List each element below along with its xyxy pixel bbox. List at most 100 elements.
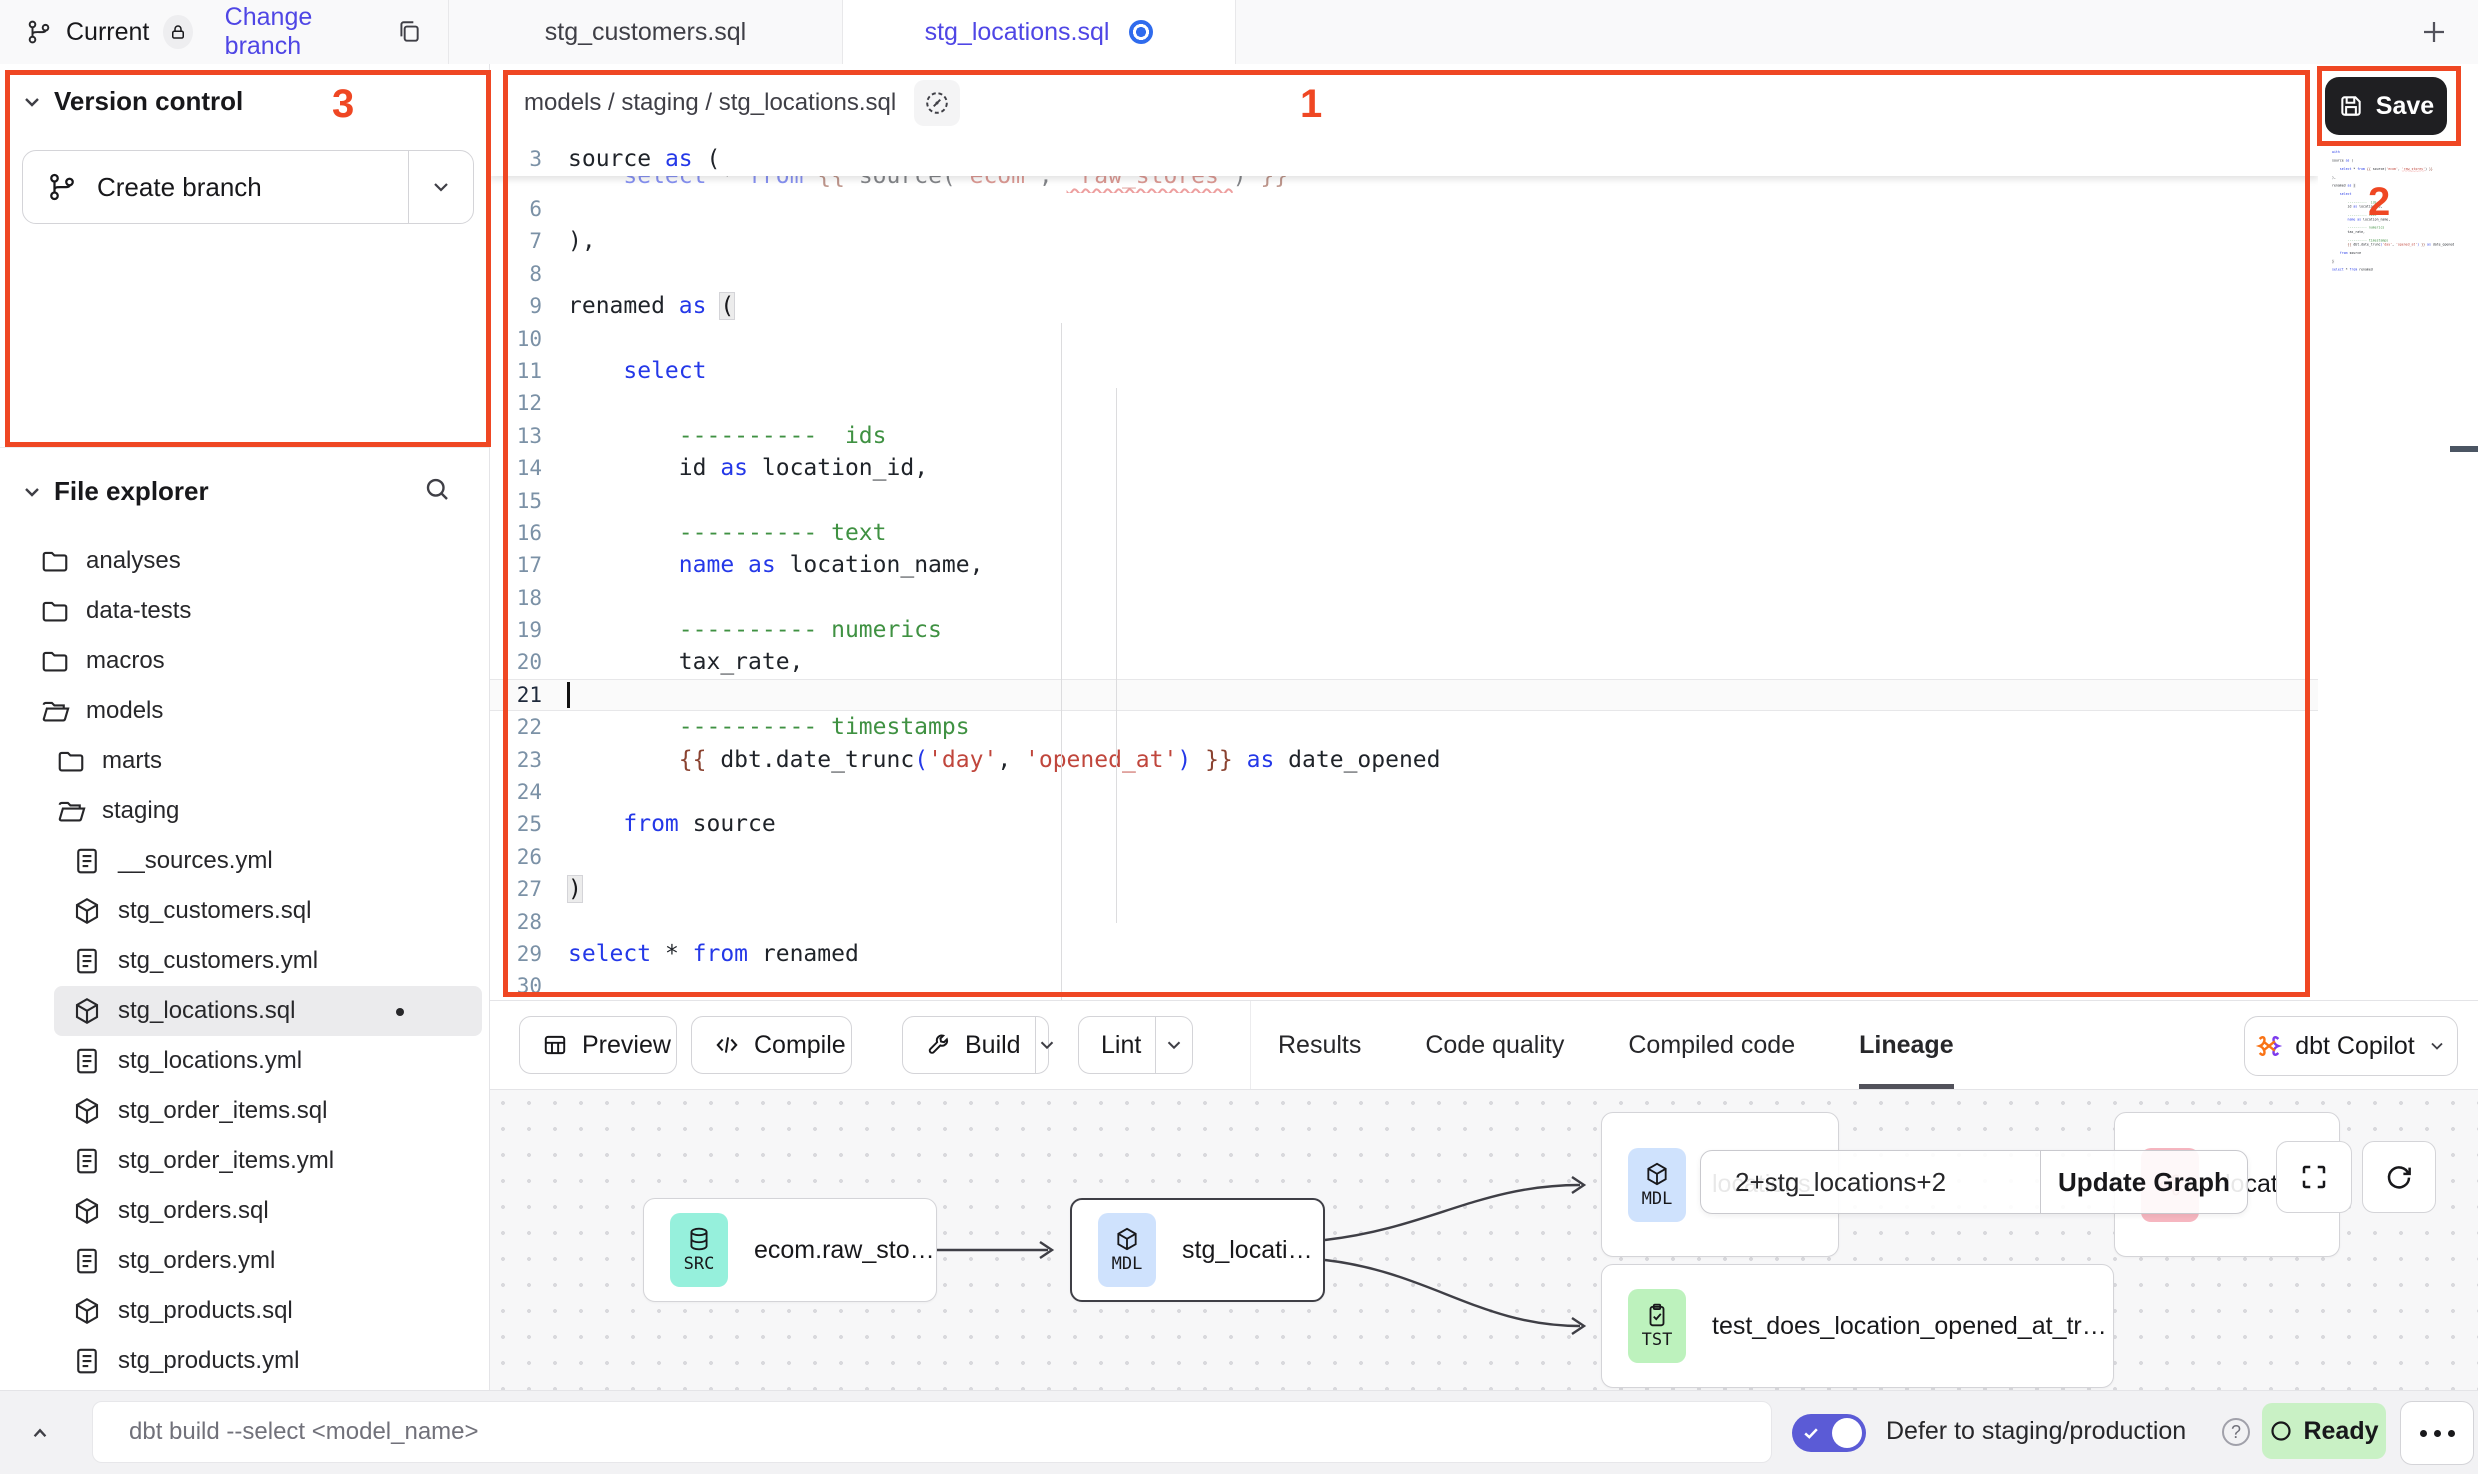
- update-graph-button[interactable]: Update Graph: [2040, 1151, 2247, 1213]
- dbt-copilot-logo-icon: [2255, 1032, 2283, 1060]
- file-item-stg-orders-yml[interactable]: stg_orders.yml: [0, 1236, 490, 1286]
- code-line-11[interactable]: 11 select: [490, 355, 2318, 387]
- file-item-staging[interactable]: staging: [0, 786, 490, 836]
- doc-icon: [72, 1346, 102, 1376]
- lineage-canvas[interactable]: SRCecom.raw_storesMDLstg_locationsMDLloc…: [490, 1090, 2478, 1390]
- lineage-node-label: test_does_location_opened_at_trunc_t…: [1712, 1312, 2112, 1341]
- code-line-text: source as (: [554, 142, 2318, 176]
- code-line-25[interactable]: 25 from source: [490, 808, 2318, 840]
- create-branch-main[interactable]: Create branch: [23, 172, 408, 203]
- code-line-27[interactable]: 27): [490, 873, 2318, 905]
- line-number: 22: [490, 711, 554, 743]
- build-button[interactable]: Build: [902, 1016, 1049, 1074]
- new-tab-button[interactable]: [2416, 14, 2452, 50]
- code-line-23[interactable]: 23 {{ dbt.date_trunc('day', 'opened_at')…: [490, 744, 2318, 776]
- more-options-button[interactable]: [2400, 1401, 2474, 1465]
- code-line-15[interactable]: 15: [490, 485, 2318, 517]
- search-icon[interactable]: [422, 474, 452, 504]
- code-line-13[interactable]: 13 ---------- ids: [490, 420, 2318, 452]
- line-number: 11: [490, 355, 554, 387]
- code-line-12[interactable]: 12: [490, 387, 2318, 419]
- build-dropdown[interactable]: [1035, 1017, 1058, 1073]
- save-button[interactable]: Save: [2325, 77, 2447, 135]
- code-line-text: select * from renamed: [554, 938, 2318, 970]
- code-line-9[interactable]: 9renamed as (: [490, 290, 2318, 322]
- code-line-26[interactable]: 26: [490, 841, 2318, 873]
- code-line-20[interactable]: 20 tax_rate,: [490, 646, 2318, 678]
- scrollbar-handle[interactable]: [2450, 446, 2478, 452]
- code-line-22[interactable]: 22 ---------- timestamps: [490, 711, 2318, 743]
- tab-compiled-code[interactable]: Compiled code: [1628, 1001, 1795, 1089]
- code-line-10[interactable]: 10: [490, 323, 2318, 355]
- editor-tab-stg-locations[interactable]: stg_locations.sql: [842, 0, 1236, 64]
- code-line-29[interactable]: 29select * from renamed: [490, 938, 2318, 970]
- editor-tab-stg-customers[interactable]: stg_customers.sql: [448, 0, 842, 64]
- tab-lineage[interactable]: Lineage: [1859, 1001, 1953, 1089]
- code-line-28[interactable]: 28: [490, 906, 2318, 938]
- create-branch-dropdown[interactable]: [408, 151, 473, 223]
- fullscreen-icon: [2299, 1162, 2329, 1192]
- code-line-3[interactable]: 3source as (: [490, 142, 2318, 176]
- lineage-node-test-does-location-opened-at-trunc[interactable]: TSTtest_does_location_opened_at_trunc_t…: [1601, 1264, 2114, 1388]
- file-item-stg-customers-sql[interactable]: stg_customers.sql: [0, 886, 490, 936]
- file-item-models[interactable]: models: [0, 686, 490, 736]
- command-input[interactable]: dbt build --select <model_name>: [92, 1401, 1772, 1463]
- file-item-label: marts: [102, 747, 162, 775]
- top-bar: Current Change branch stg_customers.sql …: [0, 0, 2478, 65]
- defer-toggle[interactable]: [1792, 1414, 1866, 1452]
- help-icon[interactable]: ?: [2222, 1418, 2250, 1446]
- line-number: 29: [490, 938, 554, 970]
- file-explorer-header[interactable]: File explorer: [20, 476, 470, 507]
- chevron-down-icon: [1036, 1034, 1058, 1056]
- code-line-18[interactable]: 18: [490, 582, 2318, 614]
- preview-button[interactable]: Preview: [519, 1016, 677, 1074]
- file-item-stg-locations-yml[interactable]: stg_locations.yml: [0, 1036, 490, 1086]
- dbt-copilot-button[interactable]: dbt Copilot: [2244, 1016, 2458, 1076]
- preview-label: Preview: [582, 1031, 671, 1060]
- tab-code-quality[interactable]: Code quality: [1425, 1001, 1564, 1089]
- file-item-stg-products-yml[interactable]: stg_products.yml: [0, 1336, 490, 1386]
- file-item-stg-customers-yml[interactable]: stg_customers.yml: [0, 936, 490, 986]
- expand-caret-button[interactable]: [18, 1411, 62, 1455]
- lineage-selector-input[interactable]: 2+stg_locations+2: [1701, 1151, 2040, 1213]
- file-item--sources-yml[interactable]: __sources.yml: [0, 836, 490, 886]
- create-branch-button[interactable]: Create branch: [22, 150, 474, 224]
- version-control-header[interactable]: Version control: [20, 86, 243, 117]
- code-line-8[interactable]: 8: [490, 258, 2318, 290]
- lineage-node-ecom-raw-stores[interactable]: SRCecom.raw_stores: [643, 1198, 937, 1302]
- file-item-stg-locations-sql[interactable]: stg_locations.sql: [54, 986, 482, 1036]
- file-item-macros[interactable]: macros: [0, 636, 490, 686]
- code-line-24[interactable]: 24: [490, 776, 2318, 808]
- code-line-14[interactable]: 14 id as location_id,: [490, 452, 2318, 484]
- refresh-button[interactable]: [2362, 1141, 2436, 1213]
- refresh-icon: [2384, 1162, 2414, 1192]
- code-line-17[interactable]: 17 name as location_name,: [490, 549, 2318, 581]
- file-item-marts[interactable]: marts: [0, 736, 490, 786]
- file-item-stg-order-items-sql[interactable]: stg_order_items.sql: [0, 1086, 490, 1136]
- code-line-21[interactable]: 21: [490, 679, 2318, 711]
- code-line-19[interactable]: 19 ---------- numerics: [490, 614, 2318, 646]
- file-item-stg-orders-sql[interactable]: stg_orders.sql: [0, 1186, 490, 1236]
- copy-icon[interactable]: [396, 19, 422, 45]
- code-editor[interactable]: 3source as ( select * from {{ source('ec…: [490, 142, 2318, 1000]
- file-item-stg-order-items-yml[interactable]: stg_order_items.yml: [0, 1136, 490, 1186]
- code-line-7[interactable]: 7),: [490, 225, 2318, 257]
- file-item-stg-products-sql[interactable]: stg_products.sql: [0, 1286, 490, 1336]
- change-branch-link[interactable]: Change branch: [225, 3, 372, 61]
- file-item-data-tests[interactable]: data-tests: [0, 586, 490, 636]
- file-item-analyses[interactable]: analyses: [0, 536, 490, 586]
- line-number: 23: [490, 744, 554, 776]
- code-line-5[interactable]: select * from {{ source('ecom', 'raw_sto…: [490, 176, 2318, 192]
- tab-results[interactable]: Results: [1278, 1001, 1361, 1089]
- fullscreen-button[interactable]: [2276, 1141, 2352, 1213]
- code-line-30[interactable]: 30: [490, 970, 2318, 1000]
- compile-button[interactable]: Compile: [691, 1016, 852, 1074]
- lint-button[interactable]: Lint: [1078, 1016, 1193, 1074]
- code-line-6[interactable]: 6: [490, 193, 2318, 225]
- lint-dropdown[interactable]: [1155, 1017, 1192, 1073]
- wrench-icon: [925, 1032, 951, 1058]
- editor-minimap[interactable]: with source as ( select * from {{ source…: [2332, 150, 2472, 410]
- copilot-compass-icon[interactable]: [914, 80, 960, 126]
- code-line-16[interactable]: 16 ---------- text: [490, 517, 2318, 549]
- lineage-node-stg-locations[interactable]: MDLstg_locations: [1070, 1198, 1325, 1302]
